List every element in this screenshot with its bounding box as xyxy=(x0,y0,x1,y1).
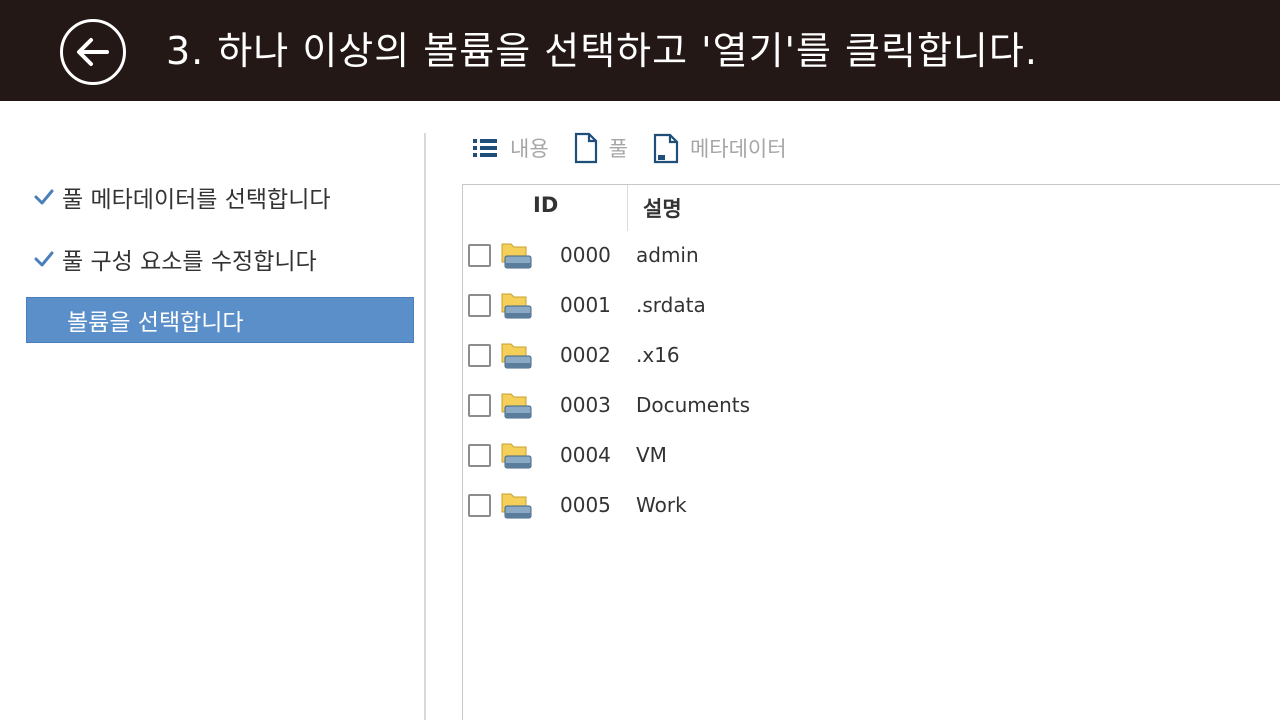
volume-folder-icon xyxy=(501,243,532,269)
volume-checkbox[interactable] xyxy=(468,393,491,417)
volume-folder-icon xyxy=(501,393,532,419)
step-label: 풀 구성 요소를 수정합니다 xyxy=(62,249,317,275)
panel-divider xyxy=(424,133,426,720)
view-toolbar: 내용 풀 메타데이터 xyxy=(470,128,811,168)
metadata-document-icon xyxy=(653,133,679,164)
step-modify-pool-components[interactable]: 풀 구성 요소를 수정합니다 xyxy=(26,236,414,282)
volume-id: 0000 xyxy=(560,243,611,267)
check-icon xyxy=(26,251,62,267)
volume-row[interactable]: 0000 admin xyxy=(463,230,1280,280)
column-separator[interactable] xyxy=(627,185,628,231)
metadata-button[interactable]: 메타데이터 xyxy=(652,131,787,165)
list-icon xyxy=(473,139,497,157)
contents-label: 내용 xyxy=(510,137,549,161)
step-label: 볼륨을 선택합니다 xyxy=(67,310,244,336)
volume-row[interactable]: 0001 .srdata xyxy=(463,280,1280,330)
volume-folder-icon xyxy=(501,293,532,319)
volume-row[interactable]: 0002 .x16 xyxy=(463,330,1280,380)
volume-folder-icon xyxy=(501,443,532,469)
step-select-volumes[interactable]: 볼륨을 선택합니다 xyxy=(26,297,414,343)
contents-button[interactable]: 내용 xyxy=(470,133,549,163)
volume-description: .x16 xyxy=(636,343,680,367)
volume-id: 0003 xyxy=(560,393,611,417)
volume-checkbox[interactable] xyxy=(468,293,491,317)
document-icon xyxy=(574,132,597,164)
pool-label: 풀 xyxy=(608,137,628,161)
volume-description: VM xyxy=(636,443,667,467)
volume-row[interactable]: 0004 VM xyxy=(463,430,1280,480)
list-header: ID 설명 xyxy=(463,185,1280,231)
volume-row[interactable]: 0005 Work xyxy=(463,480,1280,530)
step-label: 풀 메타데이터를 선택합니다 xyxy=(62,187,331,213)
column-header-id[interactable]: ID xyxy=(533,193,558,217)
metadata-label: 메타데이터 xyxy=(689,137,787,161)
volume-description: .srdata xyxy=(636,293,706,317)
volume-id: 0004 xyxy=(560,443,611,467)
volume-id: 0001 xyxy=(560,293,611,317)
volume-checkbox[interactable] xyxy=(468,443,491,467)
volume-description: Work xyxy=(636,493,687,517)
volume-checkbox[interactable] xyxy=(468,243,491,267)
arrow-left-icon xyxy=(77,38,109,66)
volume-description: admin xyxy=(636,243,699,267)
volume-checkbox[interactable] xyxy=(468,493,491,517)
volume-list: ID 설명 0000 admin 0001 .srdata 0002 .x16 … xyxy=(462,184,1280,720)
step-select-pool-metadata[interactable]: 풀 메타데이터를 선택합니다 xyxy=(26,174,414,220)
volume-checkbox[interactable] xyxy=(468,343,491,367)
volume-id: 0002 xyxy=(560,343,611,367)
volume-folder-icon xyxy=(501,343,532,369)
banner-title: 3. 하나 이상의 볼륨을 선택하고 '열기'를 클릭합니다. xyxy=(166,29,1038,73)
volume-id: 0005 xyxy=(560,493,611,517)
instruction-banner: 3. 하나 이상의 볼륨을 선택하고 '열기'를 클릭합니다. xyxy=(0,0,1280,101)
pool-button[interactable]: 풀 xyxy=(573,132,628,164)
volume-row[interactable]: 0003 Documents xyxy=(463,380,1280,430)
column-header-description[interactable]: 설명 xyxy=(643,193,682,223)
check-icon xyxy=(26,189,62,205)
volume-description: Documents xyxy=(636,393,751,417)
volume-folder-icon xyxy=(501,493,532,519)
back-button[interactable] xyxy=(60,19,126,85)
